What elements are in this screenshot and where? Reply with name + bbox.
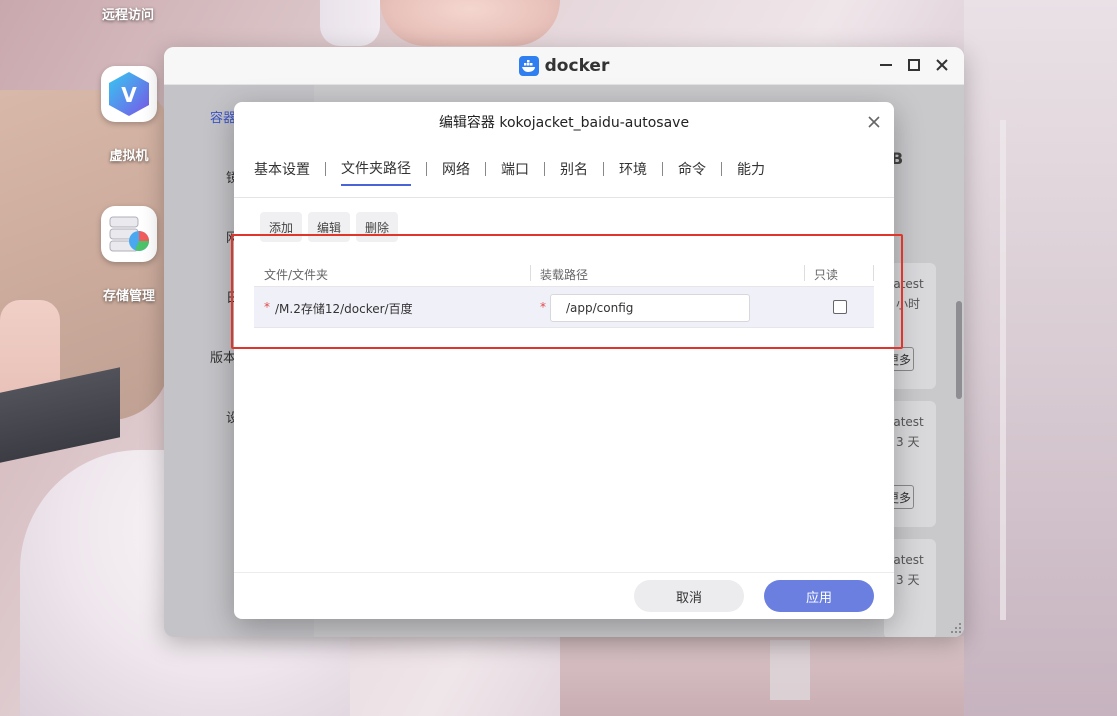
tab-divider — [426, 162, 427, 176]
cancel-button[interactable]: 取消 — [634, 580, 744, 612]
bg-card-tag: latest — [890, 277, 924, 291]
minimize-button[interactable] — [878, 56, 894, 74]
maximize-button[interactable] — [906, 56, 922, 74]
close-window-button[interactable] — [934, 56, 950, 74]
sidebar-item-version[interactable]: 版本 — [210, 347, 236, 366]
edit-button[interactable]: 编辑 — [308, 212, 351, 242]
tab-divider — [485, 162, 486, 176]
dialog-title: 编辑容器 kokojacket_baidu-autosave — [438, 115, 690, 131]
tab-alias[interactable]: 别名 — [560, 159, 588, 185]
readonly-checkbox[interactable] — [833, 300, 847, 314]
tab-command[interactable]: 命令 — [678, 159, 706, 185]
apply-button[interactable]: 应用 — [764, 580, 874, 612]
tabs-divider — [234, 197, 894, 198]
vm-glyph: V — [121, 83, 137, 107]
bg-card-time: 小时 — [896, 297, 921, 311]
wallpaper-floor — [560, 636, 964, 716]
wallpaper-figure-face — [380, 0, 560, 46]
bg-card-tag: latest — [890, 553, 924, 567]
bg-scrollbar[interactable] — [956, 301, 962, 399]
delete-button[interactable]: 删除 — [356, 212, 399, 242]
bg-card-time: 3 天 — [896, 435, 920, 449]
required-mark: * — [264, 300, 270, 314]
tab-folder-path[interactable]: 文件夹路径 — [341, 158, 411, 186]
bg-card-time: 3 天 — [896, 573, 920, 587]
tab-divider — [721, 162, 722, 176]
mount-path-input[interactable] — [550, 294, 750, 322]
volume-table-header: 文件/文件夹 装载路径 只读 — [254, 259, 874, 287]
resize-grip-icon[interactable] — [950, 622, 962, 634]
minimize-icon — [880, 64, 892, 66]
dialog-close-button[interactable] — [864, 112, 884, 132]
host-path: /M.2存储12/docker/百度 — [275, 302, 413, 316]
docker-titlebar[interactable]: docker — [164, 47, 964, 85]
wallpaper-window-frame — [1000, 120, 1117, 620]
wallpaper-post — [770, 640, 810, 700]
vm-app-icon[interactable]: V — [101, 66, 157, 122]
tab-divider — [544, 162, 545, 176]
desktop-label-remote-access[interactable]: 远程访问 — [68, 4, 188, 23]
maximize-icon — [908, 59, 920, 71]
tab-ports[interactable]: 端口 — [501, 159, 529, 185]
wallpaper-figure-hair — [320, 0, 380, 46]
column-divider — [530, 265, 531, 281]
storage-disk-icon — [109, 216, 149, 252]
tab-divider — [603, 162, 604, 176]
tab-divider — [325, 162, 326, 176]
tab-basic-settings[interactable]: 基本设置 — [254, 159, 310, 185]
vm-hexagon-icon: V — [109, 72, 149, 116]
bg-card-tag: latest — [890, 415, 924, 429]
column-divider — [873, 265, 874, 281]
storage-app-icon[interactable] — [101, 206, 157, 262]
column-header-readonly: 只读 — [814, 268, 839, 282]
column-header-file: 文件/文件夹 — [264, 268, 329, 282]
footer-divider — [234, 572, 894, 573]
tab-environment[interactable]: 环境 — [619, 159, 647, 185]
dialog-tabs: 基本设置 文件夹路径 网络 端口 别名 环境 命令 能力 — [254, 158, 765, 186]
tab-divider — [662, 162, 663, 176]
docker-window-title: docker — [544, 55, 610, 76]
required-mark: * — [540, 300, 546, 314]
add-button[interactable]: 添加 — [260, 212, 303, 242]
column-header-mount-path: 装载路径 — [540, 268, 589, 282]
column-divider — [804, 265, 805, 281]
edit-container-dialog: 编辑容器 kokojacket_baidu-autosave 基本设置 文件夹路… — [234, 102, 894, 619]
table-row[interactable]: * /M.2存储12/docker/百度 * — [254, 287, 874, 328]
docker-logo-icon — [518, 55, 539, 76]
tab-capabilities[interactable]: 能力 — [737, 159, 765, 185]
close-icon — [936, 59, 948, 71]
close-icon — [868, 116, 880, 128]
tab-network[interactable]: 网络 — [442, 159, 470, 185]
sidebar-item-containers[interactable]: 容器 — [210, 107, 236, 126]
